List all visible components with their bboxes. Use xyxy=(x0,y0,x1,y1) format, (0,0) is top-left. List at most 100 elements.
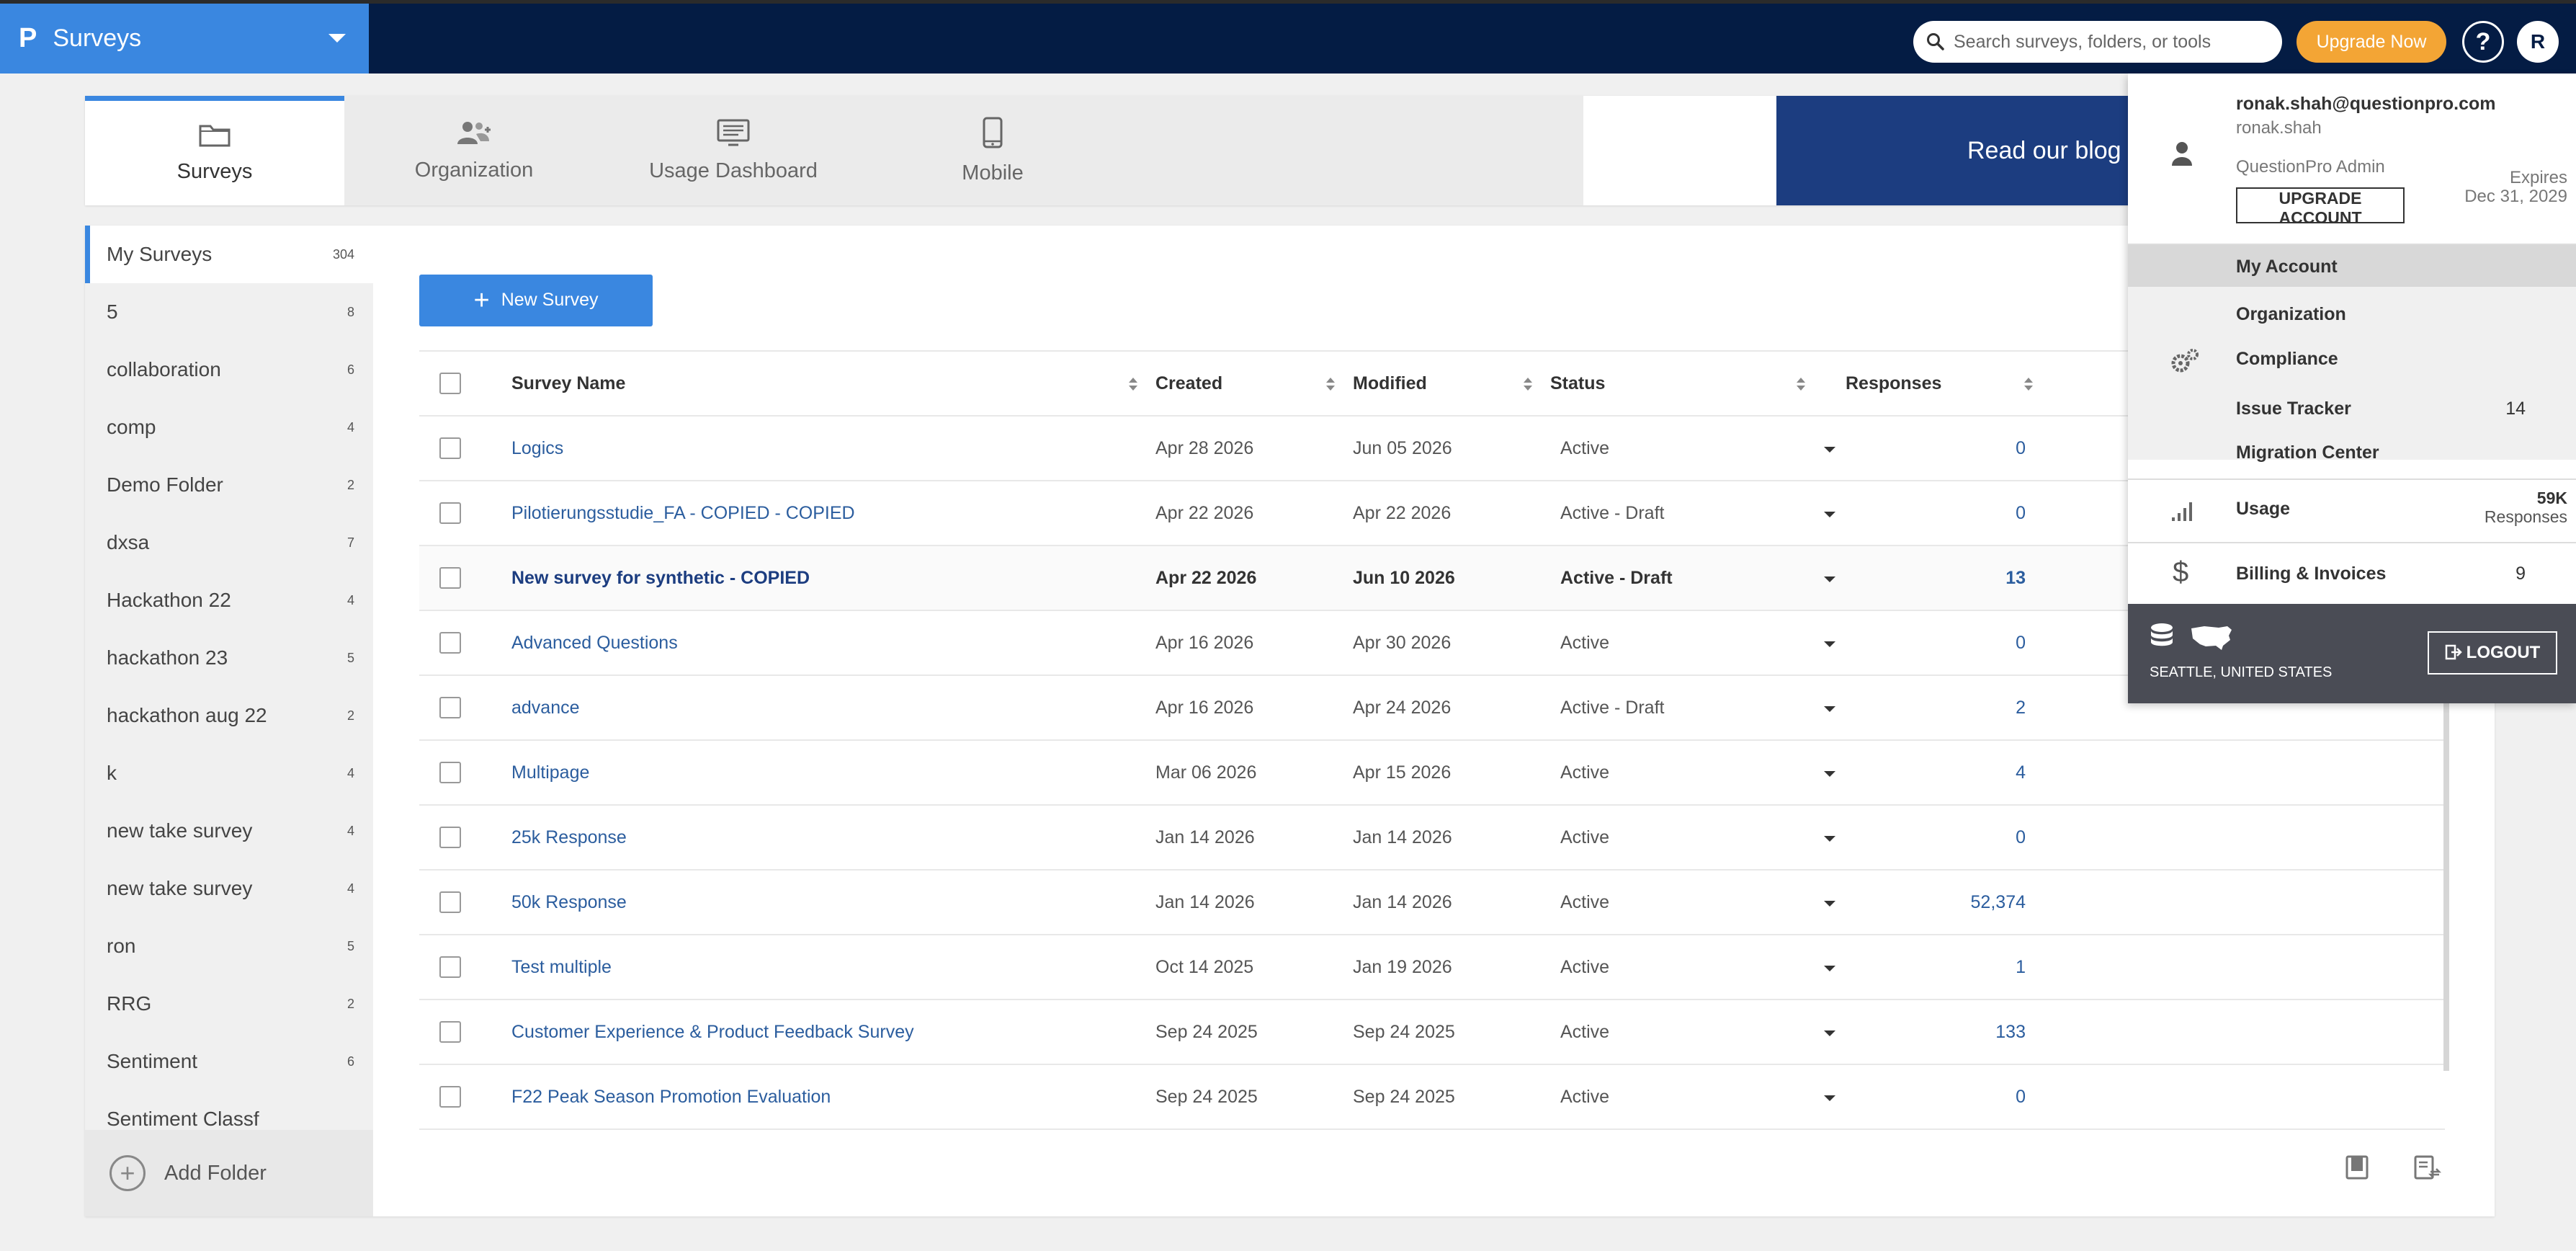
survey-name-link[interactable]: Advanced Questions xyxy=(511,611,678,675)
responses-link[interactable]: 52,374 xyxy=(1882,871,2026,934)
responses-link[interactable]: 2 xyxy=(1882,676,2026,739)
row-checkbox[interactable] xyxy=(439,1021,461,1043)
status-value[interactable]: Active xyxy=(1560,1065,1609,1128)
upgrade-account-button[interactable]: UPGRADE ACCOUNT xyxy=(2236,187,2405,227)
row-checkbox[interactable] xyxy=(439,762,461,783)
folder-item[interactable]: new take survey 4 xyxy=(85,802,373,860)
column-header-modified[interactable]: Modified xyxy=(1353,352,1427,415)
responses-link[interactable]: 0 xyxy=(1882,1065,2026,1128)
folder-item[interactable]: dxsa 7 xyxy=(85,514,373,571)
folder-item[interactable]: Demo Folder 2 xyxy=(85,456,373,514)
folder-item[interactable]: 58 xyxy=(85,283,373,341)
responses-link[interactable]: 0 xyxy=(1882,481,2026,545)
row-checkbox[interactable] xyxy=(439,827,461,848)
folder-item[interactable]: My Surveys 304 xyxy=(85,226,373,283)
responses-link[interactable]: 133 xyxy=(1882,1000,2026,1064)
caret-down-icon[interactable] xyxy=(1824,901,1835,907)
row-checkbox[interactable] xyxy=(439,567,461,589)
status-value[interactable]: Active xyxy=(1560,806,1609,869)
tab-surveys[interactable]: Surveys xyxy=(85,96,344,205)
column-header-status[interactable]: Status xyxy=(1550,352,1605,415)
survey-name-link[interactable]: 50k Response xyxy=(511,871,627,934)
caret-down-icon[interactable] xyxy=(1824,641,1835,647)
status-value[interactable]: Active xyxy=(1560,871,1609,934)
survey-name-link[interactable]: Logics xyxy=(511,417,563,480)
caret-down-icon[interactable] xyxy=(1824,447,1835,453)
survey-name-link[interactable]: New survey for synthetic - COPIED xyxy=(511,546,810,610)
status-value[interactable]: Active - Draft xyxy=(1560,546,1673,610)
row-checkbox[interactable] xyxy=(439,697,461,718)
upgrade-now-button[interactable]: Upgrade Now xyxy=(2297,21,2446,63)
column-header-created[interactable]: Created xyxy=(1155,352,1222,415)
caret-down-icon[interactable] xyxy=(1824,512,1835,517)
folder-item[interactable]: Hackathon 22 4 xyxy=(85,571,373,629)
tab-organization[interactable]: Organization xyxy=(344,96,604,205)
menu-item-compliance[interactable]: Compliance xyxy=(2236,349,2338,370)
survey-name-link[interactable]: 25k Response xyxy=(511,806,627,869)
caret-down-icon[interactable] xyxy=(1824,576,1835,582)
status-value[interactable]: Active - Draft xyxy=(1560,676,1664,739)
menu-item-my-account[interactable]: My Account xyxy=(2128,244,2576,287)
folder-item[interactable]: new take survey 4 xyxy=(85,860,373,917)
folder-item[interactable]: hackathon aug 22 2 xyxy=(85,687,373,744)
caret-down-icon[interactable] xyxy=(1824,836,1835,842)
caret-down-icon[interactable] xyxy=(1824,966,1835,971)
book-icon[interactable] xyxy=(2344,1154,2370,1180)
help-icon[interactable]: ? xyxy=(2462,21,2504,63)
survey-name-link[interactable]: Customer Experience & Product Feedback S… xyxy=(511,1000,914,1064)
table-row[interactable]: 25k Response Jan 14 2026 Jan 14 2026 Act… xyxy=(419,806,2445,871)
status-value[interactable]: Active xyxy=(1560,417,1609,480)
menu-item-migration-center[interactable]: Migration Center xyxy=(2236,442,2379,463)
menu-item-usage[interactable]: Usage 59K Responses xyxy=(2128,478,2576,542)
survey-name-link[interactable]: Test multiple xyxy=(511,935,612,999)
row-checkbox[interactable] xyxy=(439,502,461,524)
folder-item[interactable]: comp 4 xyxy=(85,399,373,456)
row-checkbox[interactable] xyxy=(439,632,461,654)
app-switcher[interactable]: P Surveys xyxy=(0,4,369,74)
survey-name-link[interactable]: F22 Peak Season Promotion Evaluation xyxy=(511,1065,831,1128)
folder-item[interactable]: Sentiment 6 xyxy=(85,1033,373,1090)
responses-link[interactable]: 0 xyxy=(1882,611,2026,675)
row-checkbox[interactable] xyxy=(439,1086,461,1108)
table-row[interactable]: F22 Peak Season Promotion Evaluation Sep… xyxy=(419,1065,2445,1130)
tab-mobile[interactable]: Mobile xyxy=(863,96,1122,205)
status-value[interactable]: Active xyxy=(1560,935,1609,999)
table-row[interactable]: 50k Response Jan 14 2026 Jan 14 2026 Act… xyxy=(419,871,2445,935)
table-row[interactable]: Test multiple Oct 14 2025 Jan 19 2026 Ac… xyxy=(419,935,2445,1000)
responses-link[interactable]: 0 xyxy=(1882,806,2026,869)
responses-link[interactable]: 13 xyxy=(1882,546,2026,610)
folder-item[interactable]: ron 5 xyxy=(85,917,373,975)
status-value[interactable]: Active xyxy=(1560,1000,1609,1064)
column-header-survey-name[interactable]: Survey Name xyxy=(511,352,625,415)
menu-item-billing[interactable]: $ Billing & Invoices 9 xyxy=(2128,542,2576,604)
caret-down-icon[interactable] xyxy=(1824,1030,1835,1036)
responses-link[interactable]: 4 xyxy=(1882,741,2026,804)
menu-item-organization[interactable]: Organization xyxy=(2236,304,2346,325)
search-box[interactable] xyxy=(1913,21,2282,63)
status-value[interactable]: Active - Draft xyxy=(1560,481,1664,545)
add-folder-button[interactable]: + Add Folder xyxy=(85,1130,373,1216)
table-row[interactable]: Multipage Mar 06 2026 Apr 15 2026 Active… xyxy=(419,741,2445,806)
folder-item[interactable]: collaboration 6 xyxy=(85,341,373,399)
responses-link[interactable]: 1 xyxy=(1882,935,2026,999)
row-checkbox[interactable] xyxy=(439,891,461,913)
table-row[interactable]: Customer Experience & Product Feedback S… xyxy=(419,1000,2445,1065)
folder-item[interactable]: hackathon 23 5 xyxy=(85,629,373,687)
folder-item[interactable]: RRG 2 xyxy=(85,975,373,1033)
tab-usage-dashboard[interactable]: Usage Dashboard xyxy=(604,96,863,205)
row-checkbox[interactable] xyxy=(439,956,461,978)
survey-name-link[interactable]: Pilotierungsstudie_FA - COPIED - COPIED xyxy=(511,481,855,545)
menu-item-issue-tracker[interactable]: Issue Tracker xyxy=(2236,399,2351,419)
new-survey-button[interactable]: + New Survey xyxy=(419,275,653,326)
avatar[interactable]: R xyxy=(2517,21,2559,63)
folder-item[interactable]: k4 xyxy=(85,744,373,802)
compare-icon[interactable] xyxy=(2413,1154,2442,1180)
row-checkbox[interactable] xyxy=(439,437,461,459)
responses-link[interactable]: 0 xyxy=(1882,417,2026,480)
caret-down-icon[interactable] xyxy=(1824,706,1835,712)
status-value[interactable]: Active xyxy=(1560,611,1609,675)
status-value[interactable]: Active xyxy=(1560,741,1609,804)
survey-name-link[interactable]: Multipage xyxy=(511,741,589,804)
logout-button[interactable]: LOGOUT xyxy=(2428,631,2557,675)
column-header-responses[interactable]: Responses xyxy=(1846,352,1941,415)
